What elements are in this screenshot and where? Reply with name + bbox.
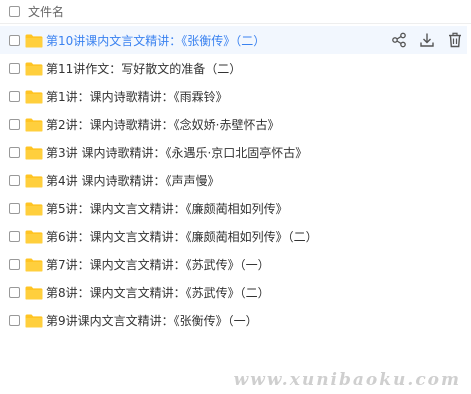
- file-row[interactable]: 第7讲：课内文言文精讲：《苏武传》（一）: [0, 250, 467, 278]
- row-checkbox[interactable]: [9, 258, 20, 270]
- watermark: www.xunibaoku.com: [233, 370, 461, 390]
- download-icon[interactable]: [419, 32, 435, 48]
- file-name-link[interactable]: 第5讲：课内文言文精讲：《廉颇蔺相如列传》: [46, 200, 288, 217]
- row-checkbox[interactable]: [9, 230, 20, 242]
- folder-icon: [25, 173, 43, 188]
- folder-icon: [25, 33, 43, 48]
- folder-icon: [25, 285, 43, 300]
- file-name-link[interactable]: 第2讲：课内诗歌精讲：《念奴娇·赤壁怀古》: [46, 116, 279, 133]
- row-checkbox[interactable]: [9, 286, 20, 298]
- file-name-link[interactable]: 第1讲：课内诗歌精讲：《雨霖铃》: [46, 88, 228, 105]
- file-row[interactable]: 第6讲：课内文言文精讲：《廉颇蔺相如列传》（二）: [0, 222, 467, 250]
- folder-icon: [25, 201, 43, 216]
- file-row[interactable]: 第3讲 课内诗歌精讲：《永遇乐·京口北固亭怀古》: [0, 138, 467, 166]
- filename-column-header[interactable]: 文件名: [28, 3, 64, 20]
- folder-icon: [25, 229, 43, 244]
- file-row[interactable]: 第4讲 课内诗歌精讲：《声声慢》: [0, 166, 467, 194]
- file-row[interactable]: 第9讲课内文言文精讲：《张衡传》（一）: [0, 306, 467, 334]
- select-all-checkbox[interactable]: [9, 6, 20, 17]
- file-name-link[interactable]: 第3讲 课内诗歌精讲：《永遇乐·京口北固亭怀古》: [46, 144, 307, 161]
- folder-icon: [25, 313, 43, 328]
- file-name-link[interactable]: 第10讲课内文言文精讲：《张衡传》（二）: [46, 32, 265, 49]
- file-name-link[interactable]: 第9讲课内文言文精讲：《张衡传》（一）: [46, 312, 258, 329]
- file-row[interactable]: 第2讲：课内诗歌精讲：《念奴娇·赤壁怀古》: [0, 110, 467, 138]
- row-checkbox[interactable]: [9, 174, 20, 186]
- file-row[interactable]: 第1讲：课内诗歌精讲：《雨霖铃》: [0, 82, 467, 110]
- folder-icon: [25, 257, 43, 272]
- file-name-link[interactable]: 第7讲：课内文言文精讲：《苏武传》（一）: [46, 256, 270, 273]
- file-row[interactable]: 第11讲作文：写好散文的准备（二）: [0, 54, 467, 82]
- file-name-link[interactable]: 第6讲：课内文言文精讲：《廉颇蔺相如列传》（二）: [46, 228, 318, 245]
- row-checkbox[interactable]: [9, 34, 20, 46]
- row-checkbox[interactable]: [9, 314, 20, 326]
- row-checkbox[interactable]: [9, 118, 20, 130]
- file-name-link[interactable]: 第8讲：课内文言文精讲：《苏武传》（二）: [46, 284, 270, 301]
- file-row[interactable]: 第5讲：课内文言文精讲：《廉颇蔺相如列传》: [0, 194, 467, 222]
- row-checkbox[interactable]: [9, 202, 20, 214]
- file-list-header: 文件名: [0, 0, 471, 24]
- file-name-link[interactable]: 第11讲作文：写好散文的准备（二）: [46, 60, 241, 77]
- row-actions: [379, 26, 463, 54]
- row-checkbox[interactable]: [9, 146, 20, 158]
- delete-icon[interactable]: [447, 32, 463, 48]
- row-checkbox[interactable]: [9, 90, 20, 102]
- folder-icon: [25, 61, 43, 76]
- file-list: 第10讲课内文言文精讲：《张衡传》（二） 第11讲作文：写好散文的准备（二） 第1讲…: [0, 26, 471, 334]
- row-checkbox[interactable]: [9, 62, 20, 74]
- folder-icon: [25, 117, 43, 132]
- folder-icon: [25, 89, 43, 104]
- file-row[interactable]: 第8讲：课内文言文精讲：《苏武传》（二）: [0, 278, 467, 306]
- share-icon[interactable]: [391, 32, 407, 48]
- file-row[interactable]: 第10讲课内文言文精讲：《张衡传》（二）: [0, 26, 467, 54]
- folder-icon: [25, 145, 43, 160]
- file-name-link[interactable]: 第4讲 课内诗歌精讲：《声声慢》: [46, 172, 219, 189]
